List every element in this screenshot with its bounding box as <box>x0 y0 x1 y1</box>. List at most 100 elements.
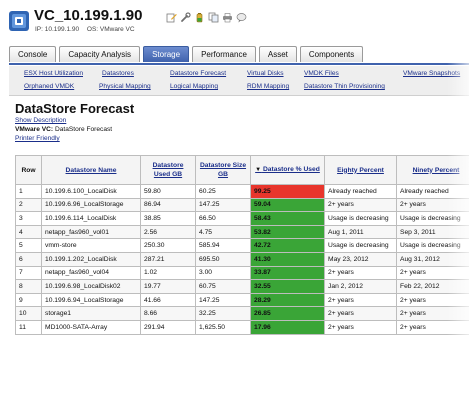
cell-ninety-percent: 2+ years <box>396 197 469 213</box>
cell-pct-used: 26.85 <box>250 306 325 321</box>
cell-used-gb: 19.77 <box>140 279 196 294</box>
col-header-ninety-percent[interactable]: Ninety Percent <box>396 155 469 185</box>
tab-components[interactable]: Components <box>299 46 364 62</box>
subnav-datastore-forecast[interactable]: Datastore Forecast <box>170 70 226 77</box>
table-row: 8 10.199.6.98_LocalDisk02 19.77 60.75 32.55 J… <box>15 279 469 294</box>
sort-descending-icon: ▼ <box>255 167 262 173</box>
cell-pct-used: 59.04 <box>250 197 325 213</box>
cell-eighty-percent: 2+ years <box>324 306 397 321</box>
cell-eighty-percent: May 23, 2012 <box>324 251 397 267</box>
table-row: 9 10.199.6.94_LocalStorage 41.66 147.25 28.2… <box>15 292 469 308</box>
col-header-eighty-percent[interactable]: Eighty Percent <box>324 155 397 185</box>
table-row: 10 storage1 8.66 32.25 26.85 2+ years 2+ years <box>15 306 469 321</box>
cell-pct-used: 41.30 <box>250 251 325 267</box>
cell-size-gb: 147.25 <box>195 292 251 308</box>
page-title: DataStore Forecast <box>15 101 135 116</box>
col-header-datastore-name[interactable]: Datastore Name <box>41 155 141 185</box>
cell-size-gb: 32.25 <box>195 306 251 321</box>
storage-subnav: ESX Host Utilization Datastores Datastor… <box>9 66 469 96</box>
cell-pct-used: 53.82 <box>250 224 325 240</box>
subnav-logical-mapping[interactable]: Logical Mapping <box>170 83 218 90</box>
device-toolbar <box>166 12 247 26</box>
cell-row-number: 2 <box>15 197 42 213</box>
bottom-fade <box>0 340 469 393</box>
subnav-vmdk-files[interactable]: VMDK Files <box>304 70 339 77</box>
cell-size-gb: 695.50 <box>195 251 251 267</box>
cell-used-gb: 287.21 <box>140 251 196 267</box>
edit-icon[interactable] <box>166 12 177 23</box>
cell-row-number: 1 <box>15 184 42 199</box>
cell-size-gb: 3.00 <box>195 265 251 281</box>
device-title: VC_10.199.1.90 <box>34 7 143 24</box>
battery-icon[interactable] <box>194 12 205 23</box>
tab-performance[interactable]: Performance <box>192 46 256 62</box>
cell-ninety-percent: Aug 31, 2012 <box>396 251 469 267</box>
subnav-virtual-disks[interactable]: Virtual Disks <box>247 70 284 77</box>
cell-pct-used: 32.55 <box>250 279 325 294</box>
subnav-orphaned-vmdk[interactable]: Orphaned VMDK <box>24 83 74 90</box>
subnav-esx-host-utilization[interactable]: ESX Host Utilization <box>24 70 83 77</box>
cell-datastore-name: netapp_fas960_vol01 <box>41 224 141 240</box>
table-row: 4 netapp_fas960_vol01 2.56 4.75 53.82 Aug 1, … <box>15 224 469 240</box>
cell-ninety-percent: 2+ years <box>396 292 469 308</box>
cell-size-gb: 66.50 <box>195 211 251 226</box>
cell-pct-used: 28.29 <box>250 292 325 308</box>
table-row: 3 10.199.6.114_LocalDisk 38.85 66.50 58.43 Us… <box>15 211 469 226</box>
vc-label: VMware VC: <box>15 126 54 133</box>
cell-eighty-percent: Usage is decreasing <box>324 211 397 226</box>
cell-ninety-percent: 2+ years <box>396 265 469 281</box>
cell-datastore-name: netapp_fas960_vol04 <box>41 265 141 281</box>
printer-friendly-link[interactable]: Printer Friendly <box>15 135 60 142</box>
col-header-row: Row <box>15 155 42 185</box>
subnav-datastore-thin-provisioning[interactable]: Datastore Thin Provisioning <box>304 83 385 90</box>
device-meta: IP: 10.199.1.90 OS: VMware VC <box>35 26 141 33</box>
cell-datastore-name: 10.199.6.114_LocalDisk <box>41 211 141 226</box>
cell-datastore-name: 10.199.6.98_LocalDisk02 <box>41 279 141 294</box>
col-header-pct-used[interactable]: ▼ Datastore % Used <box>250 155 325 185</box>
subnav-vmware-snapshots[interactable]: VMware Snapshots <box>403 70 460 77</box>
subnav-datastores[interactable]: Datastores <box>102 70 134 77</box>
table-row: 7 netapp_fas960_vol04 1.02 3.00 33.87 2+ year… <box>15 265 469 281</box>
tab-asset[interactable]: Asset <box>258 46 297 62</box>
table-body: 1 10.199.6.100_LocalDisk 59.80 60.25 99.25 Al… <box>15 184 469 335</box>
tab-storage[interactable]: Storage <box>143 46 190 62</box>
cell-used-gb: 1.02 <box>140 265 196 281</box>
cell-ninety-percent: Already reached <box>396 184 469 199</box>
subnav-rdm-mapping[interactable]: RDM Mapping <box>247 83 289 90</box>
app-window: VC_10.199.1.90 IP: 10.199.1.90 OS: VMwar… <box>0 0 469 393</box>
main-tabs: Console Capacity Analysis Storage Perfor… <box>9 46 364 63</box>
show-description-link[interactable]: Show Description <box>15 117 66 124</box>
col-header-used-gb[interactable]: Datastore Used GB <box>140 155 196 185</box>
cell-pct-used: 17.96 <box>250 319 325 335</box>
cell-row-number: 4 <box>15 224 42 240</box>
col-header-size-gb[interactable]: Datastore Size GB <box>195 155 251 185</box>
tab-console[interactable]: Console <box>9 46 57 62</box>
cell-row-number: 9 <box>15 292 42 308</box>
subnav-physical-mapping[interactable]: Physical Mapping <box>99 83 151 90</box>
cell-datastore-name: 10.199.6.100_LocalDisk <box>41 184 141 199</box>
forecast-table: Row Datastore Name Datastore Used GB Dat… <box>15 155 469 335</box>
cell-row-number: 6 <box>15 251 42 267</box>
cell-eighty-percent: 2+ years <box>324 197 397 213</box>
cell-eighty-percent: 2+ years <box>324 292 397 308</box>
copy-icon[interactable] <box>208 12 219 23</box>
cell-used-gb: 38.85 <box>140 211 196 226</box>
cell-size-gb: 4.75 <box>195 224 251 240</box>
cell-used-gb: 41.66 <box>140 292 196 308</box>
cell-ninety-percent: 2+ years <box>396 319 469 335</box>
cell-used-gb: 2.56 <box>140 224 196 240</box>
wrench-icon[interactable] <box>180 12 191 23</box>
chat-icon[interactable] <box>236 12 247 23</box>
cell-row-number: 10 <box>15 306 42 321</box>
device-ip: IP: 10.199.1.90 <box>35 26 80 33</box>
print-icon[interactable] <box>222 12 233 23</box>
tab-capacity-analysis[interactable]: Capacity Analysis <box>59 46 141 62</box>
col-header-pct-used-label: Datastore % Used <box>262 166 320 173</box>
cell-used-gb: 86.94 <box>140 197 196 213</box>
cell-row-number: 8 <box>15 279 42 294</box>
cell-pct-used: 33.87 <box>250 265 325 281</box>
cell-ninety-percent: Usage is decreasing <box>396 211 469 226</box>
cell-eighty-percent: Already reached <box>324 184 397 199</box>
table-row: 2 10.199.6.96_LocalStorage 86.94 147.25 59.0… <box>15 197 469 213</box>
cell-used-gb: 8.66 <box>140 306 196 321</box>
